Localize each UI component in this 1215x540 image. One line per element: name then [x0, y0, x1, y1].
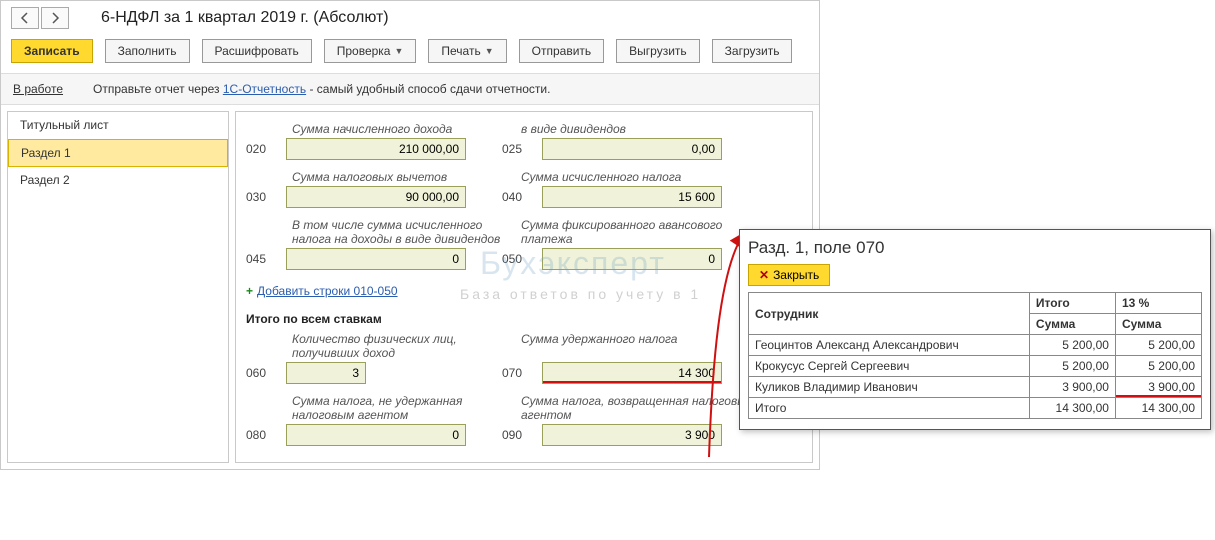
table-row[interactable]: Крокусус Сергей Сергеевич 5 200,00 5 200…	[749, 356, 1202, 377]
table-row[interactable]: Геоцинтов Александ Александрович 5 200,0…	[749, 335, 1202, 356]
nav-back-button[interactable]	[11, 7, 39, 29]
code-050: 050	[502, 252, 542, 266]
field-020[interactable]	[286, 138, 466, 160]
nav-forward-button[interactable]	[41, 7, 69, 29]
close-button[interactable]: ✕ Закрыть	[748, 264, 830, 286]
table-row[interactable]: Куликов Владимир Иванович 3 900,00 3 900…	[749, 377, 1202, 398]
content: Титульный лист Раздел 1 Раздел 2 Сумма н…	[1, 105, 819, 469]
report-service-link[interactable]: 1С-Отчетность	[223, 82, 306, 96]
sidebar-item-section-1[interactable]: Раздел 1	[8, 139, 228, 167]
close-button-label: Закрыть	[773, 268, 819, 282]
code-030: 030	[246, 190, 286, 204]
section-sidebar: Титульный лист Раздел 1 Раздел 2	[7, 111, 229, 463]
code-020: 020	[246, 142, 286, 156]
check-button-label: Проверка	[337, 44, 391, 58]
chevron-down-icon: ▼	[394, 46, 403, 56]
chevron-down-icon: ▼	[485, 46, 494, 56]
label-080: Сумма налога, не удержанная налоговым аг…	[246, 390, 521, 424]
col-rate-sum: Сумма	[1115, 314, 1201, 335]
send-button[interactable]: Отправить	[519, 39, 605, 63]
sidebar-item-title-page[interactable]: Титульный лист	[8, 112, 228, 139]
popup-title: Разд. 1, поле 070	[748, 236, 1202, 264]
col-total-sum: Сумма	[1029, 314, 1115, 335]
col-total: Итого	[1029, 293, 1115, 314]
add-rows-link[interactable]: + Добавить строки 010-050	[246, 276, 802, 306]
field-090[interactable]	[542, 424, 722, 446]
print-button-label: Печать	[441, 44, 480, 58]
label-030: Сумма налоговых вычетов	[246, 166, 521, 186]
close-icon: ✕	[759, 268, 769, 282]
totals-heading: Итого по всем ставкам	[246, 306, 802, 328]
label-070: Сумма удержанного налога	[521, 328, 771, 362]
plus-icon: +	[246, 284, 253, 298]
detail-table: Сотрудник Итого 13 % Сумма Сумма Геоцинт…	[748, 292, 1202, 419]
import-button[interactable]: Загрузить	[712, 39, 793, 63]
titlebar: 6-НДФЛ за 1 квартал 2019 г. (Абсолют)	[1, 1, 819, 31]
code-080: 080	[246, 428, 286, 442]
page-title: 6-НДФЛ за 1 квартал 2019 г. (Абсолют)	[101, 9, 389, 27]
label-020: Сумма начисленного дохода	[246, 118, 521, 138]
label-045: В том числе сумма исчисленного налога на…	[246, 214, 521, 248]
decode-button[interactable]: Расшифровать	[202, 39, 312, 63]
field-060[interactable]	[286, 362, 366, 384]
label-060: Количество физических лиц, получивших до…	[246, 328, 521, 362]
code-060: 060	[246, 366, 286, 380]
field-080[interactable]	[286, 424, 466, 446]
check-button[interactable]: Проверка ▼	[324, 39, 417, 63]
code-025: 025	[502, 142, 542, 156]
field-045[interactable]	[286, 248, 466, 270]
fill-button[interactable]: Заполнить	[105, 39, 190, 63]
table-footer: Итого 14 300,00 14 300,00	[749, 398, 1202, 419]
sidebar-item-section-2[interactable]: Раздел 2	[8, 167, 228, 194]
field-070[interactable]	[542, 362, 722, 384]
toolbar: Записать Заполнить Расшифровать Проверка…	[1, 31, 819, 73]
export-button[interactable]: Выгрузить	[616, 39, 700, 63]
label-040: Сумма исчисленного налога	[521, 166, 771, 186]
form-area: Сумма начисленного дохода в виде дивиден…	[235, 111, 813, 463]
field-030[interactable]	[286, 186, 466, 208]
status-state[interactable]: В работе	[13, 82, 63, 96]
code-070: 070	[502, 366, 542, 380]
code-045: 045	[246, 252, 286, 266]
code-040: 040	[502, 190, 542, 204]
print-button[interactable]: Печать ▼	[428, 39, 506, 63]
main-window: 6-НДФЛ за 1 квартал 2019 г. (Абсолют) За…	[0, 0, 820, 470]
write-button[interactable]: Записать	[11, 39, 93, 63]
label-050: Сумма фиксированного авансового платежа	[521, 214, 771, 248]
code-090: 090	[502, 428, 542, 442]
col-rate: 13 %	[1115, 293, 1201, 314]
detail-popup: Разд. 1, поле 070 ✕ Закрыть Сотрудник Ит…	[739, 229, 1211, 430]
add-rows-label: Добавить строки 010-050	[257, 284, 398, 298]
status-hint: Отправьте отчет через 1С-Отчетность - са…	[93, 82, 550, 96]
status-bar: В работе Отправьте отчет через 1С-Отчетн…	[1, 73, 819, 105]
field-050[interactable]	[542, 248, 722, 270]
field-040[interactable]	[542, 186, 722, 208]
col-employee: Сотрудник	[749, 293, 1030, 335]
label-025: в виде дивидендов	[521, 118, 771, 138]
field-025[interactable]	[542, 138, 722, 160]
label-090: Сумма налога, возвращенная налоговым аге…	[521, 390, 771, 424]
